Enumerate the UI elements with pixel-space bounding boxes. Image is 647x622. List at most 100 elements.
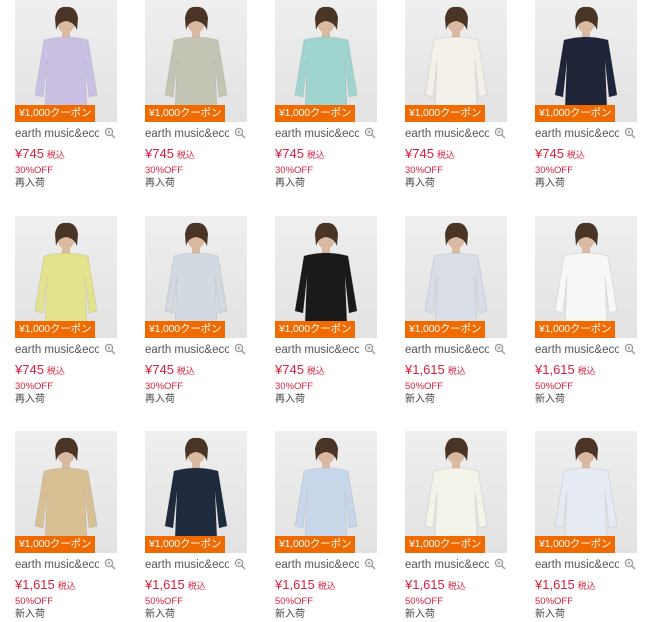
product-card[interactable]: ¥1,000クーポン earth music&ecology ¥745税込 30%OF… [15,0,119,191]
brand-name[interactable]: earth music&ecology [535,343,619,357]
price-value: ¥745 [405,146,434,161]
product-image[interactable]: ¥1,000クーポン [145,0,247,122]
zoom-in-icon[interactable] [104,558,116,570]
product-card[interactable]: ¥1,000クーポン earth music&ecology ¥745税込 30%OF… [275,216,379,407]
tax-label: 税込 [306,150,325,160]
coupon-badge: ¥1,000クーポン [405,321,486,338]
coupon-badge: ¥1,000クーポン [275,321,356,338]
product-card[interactable]: ¥1,000クーポンearth music&ecology¥1,615税込50%… [405,216,509,407]
price: ¥745 税込 [405,146,509,163]
tax-label: 税込 [566,150,585,160]
zoom-in-icon[interactable] [364,558,376,570]
brand-name[interactable]: earth music&ecology [405,127,489,141]
discount-label: 50%OFF [535,381,574,392]
coupon-badge: ¥1,000クーポン [535,536,616,553]
product-card[interactable]: ¥1,000クーポンearth music&ecology¥1,615税込50%… [535,431,639,622]
brand-name[interactable]: earth music&ecology [405,343,489,357]
coupon-badge: ¥1,000クーポン [535,321,616,338]
product-image[interactable]: ¥1,000クーポン [405,216,507,338]
brand-name[interactable]: earth music&ecology [535,127,619,141]
zoom-in-icon[interactable] [104,127,116,139]
zoom-in-icon[interactable] [494,558,506,570]
price: ¥1,615 税込 [275,577,379,594]
discount-label: 30%OFF [145,165,184,176]
model-figure [164,6,228,122]
product-card[interactable]: ¥1,000クーポン earth music&ecology ¥745税込 30%OF… [405,0,509,191]
price-value: ¥1,615 [15,577,55,592]
price: ¥745 税込 [15,146,119,163]
stock-status: 新入荷 [405,394,435,405]
zoom-in-icon[interactable] [624,127,636,139]
zoom-in-icon[interactable] [234,343,246,355]
discount-label: 30%OFF [145,381,184,392]
zoom-in-icon[interactable] [104,343,116,355]
discount-label: 30%OFF [15,381,54,392]
brand-name[interactable]: earth music&ecology [535,558,619,572]
coupon-badge: ¥1,000クーポン [15,321,96,338]
product-image[interactable]: ¥1,000クーポン [405,431,507,553]
product-card[interactable]: ¥1,000クーポン earth music&ecology ¥745税込 30%OF… [15,216,119,407]
price: ¥1,615 税込 [15,577,119,594]
zoom-in-icon[interactable] [624,558,636,570]
price-value: ¥745 [15,146,44,161]
discount-label: 30%OFF [275,165,314,176]
brand-name[interactable]: earth music&ecology [145,558,229,572]
product-card[interactable]: ¥1,000クーポン earth music&ecology ¥1,615税込 50%… [275,431,379,622]
brand-name[interactable]: earth music&ecology [405,558,489,572]
product-card[interactable]: ¥1,000クーポンearth music&ecology¥1,615税込50%… [535,216,639,407]
product-card[interactable]: ¥1,000クーポン earth music&ecology ¥745税込 30%OF… [145,0,249,191]
zoom-in-icon[interactable] [234,558,246,570]
product-image[interactable]: ¥1,000クーポン [15,0,117,122]
stock-status: 新入荷 [535,394,565,405]
product-card[interactable]: ¥1,000クーポンearth music&ecology¥1,615税込50%… [405,431,509,622]
discount-label: 50%OFF [275,596,314,607]
brand-name[interactable]: earth music&ecology [145,343,229,357]
product-card[interactable]: ¥1,000クーポン earth music&ecology ¥745税込 30%OF… [535,0,639,191]
discount-label: 30%OFF [535,165,574,176]
product-card[interactable]: ¥1,000クーポン earth music&ecology ¥745税込 30%OF… [275,0,379,191]
brand-name[interactable]: earth music&ecology [145,127,229,141]
tax-label: 税込 [447,366,466,376]
product-image[interactable]: ¥1,000クーポン [535,216,637,338]
product-image[interactable]: ¥1,000クーポン [405,0,507,122]
price-value: ¥745 [15,362,44,377]
coupon-badge: ¥1,000クーポン [145,105,226,122]
coupon-badge: ¥1,000クーポン [15,105,96,122]
brand-name[interactable]: earth music&ecology [275,558,359,572]
brand-name[interactable]: earth music&ecology [275,343,359,357]
model-figure [294,437,358,553]
product-image[interactable]: ¥1,000クーポン [275,0,377,122]
price: ¥745 税込 [535,146,639,163]
product-image[interactable]: ¥1,000クーポン [535,0,637,122]
product-card[interactable]: ¥1,000クーポンearth music&ecology¥1,615税込50%… [15,431,119,622]
price: ¥745 税込 [275,146,379,163]
product-card[interactable]: ¥1,000クーポンearth music&ecology¥1,615税込50%… [145,431,249,622]
brand-name[interactable]: earth music&ecology [15,558,99,572]
product-image[interactable]: ¥1,000クーポン [145,431,247,553]
price-value: ¥745 [535,146,564,161]
zoom-in-icon[interactable] [494,343,506,355]
zoom-in-icon[interactable] [624,343,636,355]
product-image[interactable]: ¥1,000クーポン [145,216,247,338]
zoom-in-icon[interactable] [364,343,376,355]
product-card[interactable]: ¥1,000クーポン earth music&ecology ¥745税込 30%OF… [145,216,249,407]
product-image[interactable]: ¥1,000クーポン [15,431,117,553]
tax-label: 税込 [57,581,76,591]
stock-status: 再入荷 [15,394,45,405]
brand-name[interactable]: earth music&ecology [15,343,99,357]
price-value: ¥745 [145,146,174,161]
stock-status: 再入荷 [275,178,305,189]
coupon-badge: ¥1,000クーポン [275,105,356,122]
brand-name[interactable]: earth music&ecology [15,127,99,141]
product-image[interactable]: ¥1,000クーポン [15,216,117,338]
product-image[interactable]: ¥1,000クーポン [535,431,637,553]
product-image[interactable]: ¥1,000クーポン [275,216,377,338]
zoom-in-icon[interactable] [364,127,376,139]
model-figure [34,437,98,553]
zoom-in-icon[interactable] [494,127,506,139]
product-image[interactable]: ¥1,000クーポン [275,431,377,553]
discount-label: 50%OFF [535,596,574,607]
brand-name[interactable]: earth music&ecology [275,127,359,141]
zoom-in-icon[interactable] [234,127,246,139]
model-figure [554,6,618,122]
